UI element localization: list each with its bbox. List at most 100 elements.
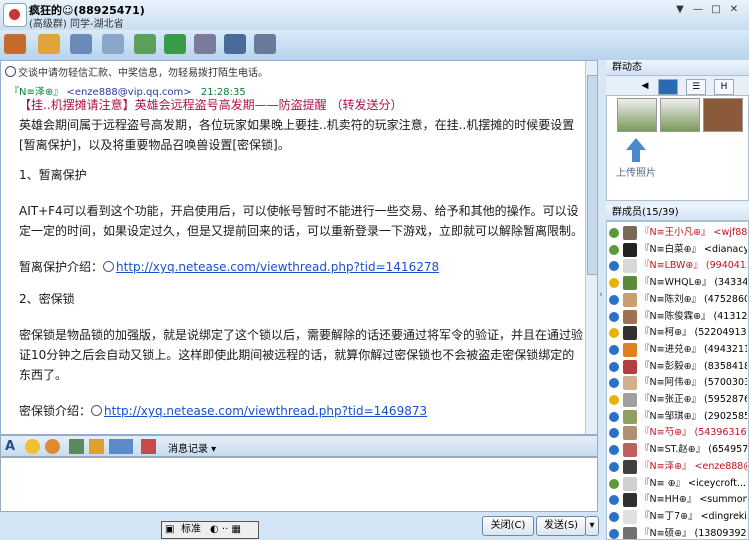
screenshot-icon[interactable] bbox=[109, 439, 133, 454]
menu-button[interactable]: ▼ bbox=[672, 3, 688, 16]
photo-thumb[interactable] bbox=[703, 98, 743, 132]
member-row[interactable]: 『N≡HH⊕』<summoner-... bbox=[609, 492, 747, 508]
member-row[interactable]: 『N≡陈俊霖⊕』(413120... bbox=[609, 309, 747, 325]
upload-photo-button[interactable]: 上传照片 bbox=[616, 134, 656, 192]
section1-title: 1、暂离保护 bbox=[19, 168, 87, 182]
member-row[interactable]: 『N≡WHQL⊕』(343349675) bbox=[609, 275, 747, 291]
panel-splitter[interactable]: ‹ bbox=[598, 60, 606, 540]
status-icon bbox=[609, 244, 619, 255]
section1-link-label: 暂离保护介绍： bbox=[19, 260, 104, 274]
tab-h[interactable]: H bbox=[714, 79, 734, 95]
member-extra: (475286092) bbox=[704, 293, 747, 305]
upload-label: 上传照片 bbox=[616, 168, 656, 179]
photo-thumb[interactable] bbox=[660, 98, 700, 132]
input-toolbar: A 消息记录 ▾ bbox=[0, 435, 598, 457]
tab-photos[interactable] bbox=[658, 79, 678, 95]
member-extra: (994041232) bbox=[705, 260, 747, 272]
member-label: 『N≡丁7⊕』<dingrekiss7... bbox=[640, 509, 747, 525]
member-row[interactable]: 『N≡陈刘⊕』(475286092) bbox=[609, 292, 747, 308]
add-member-icon[interactable] bbox=[164, 34, 186, 54]
member-row[interactable]: 『N≡邹琪⊕』(290258536) bbox=[609, 409, 747, 425]
avatar bbox=[623, 259, 637, 274]
document-icon[interactable] bbox=[70, 34, 92, 54]
font-icon[interactable]: A bbox=[5, 439, 20, 454]
minimize-button[interactable]: — bbox=[690, 3, 706, 16]
magic-face-icon[interactable] bbox=[45, 439, 60, 454]
message-input[interactable] bbox=[0, 457, 598, 512]
member-row[interactable]: 『N≡阿伟⊕』(570030332) bbox=[609, 375, 747, 391]
card-icon[interactable] bbox=[102, 34, 124, 54]
send-button[interactable]: 发送(S) bbox=[536, 516, 586, 536]
member-row[interactable]: 『N≡柯⊕』(522049138) bbox=[609, 325, 747, 341]
scrollbar-thumb[interactable] bbox=[587, 75, 597, 275]
group-avatar[interactable] bbox=[3, 3, 27, 27]
avatar bbox=[623, 359, 637, 374]
ime-toolbar[interactable]: ▣ 标准 ◐ ·· ▦ bbox=[161, 521, 259, 539]
member-row[interactable]: 『N≡张正⊕』(595287603) bbox=[609, 392, 747, 408]
close-button[interactable]: 关闭(C) bbox=[482, 516, 534, 536]
member-name: 『N≡彭毅⊕』 bbox=[640, 360, 702, 372]
photo-thumb[interactable] bbox=[617, 98, 657, 132]
member-row[interactable]: 『N≡LBW⊕』(994041232) bbox=[609, 258, 747, 274]
member-label: 『N≡柯⊕』(522049138) bbox=[640, 325, 747, 341]
member-label: 『N≡ST.赵⊕』(654957175) bbox=[640, 442, 747, 458]
members-header: 群成员(15/39) bbox=[606, 205, 749, 221]
close-icon[interactable]: ✕ bbox=[726, 3, 742, 16]
member-row[interactable]: 『N≡泽⊕』<enze888@vi... bbox=[609, 459, 747, 475]
section2-link[interactable]: http://xyq.netease.com/viewthread.php?ti… bbox=[104, 404, 427, 418]
image-icon[interactable] bbox=[69, 439, 84, 454]
status-icon bbox=[609, 328, 619, 339]
member-extra: <iceycroft... bbox=[688, 477, 747, 489]
status-icon bbox=[609, 228, 619, 238]
home-icon[interactable] bbox=[4, 34, 26, 54]
group-manage-icon[interactable] bbox=[224, 34, 246, 54]
member-row[interactable]: 『N≡硕⊕』(138093929) bbox=[609, 526, 747, 539]
maximize-button[interactable]: □ bbox=[708, 3, 724, 16]
member-name: 『N≡芍⊕』 bbox=[640, 427, 692, 439]
section2-link-label: 密保锁介绍： bbox=[19, 404, 92, 418]
member-extra: (494321130) bbox=[704, 343, 747, 355]
tools-icon[interactable] bbox=[194, 34, 216, 54]
settings-icon[interactable] bbox=[254, 34, 276, 54]
status-icon bbox=[609, 344, 619, 355]
shake-icon[interactable] bbox=[141, 439, 156, 454]
member-row[interactable]: 『N≡彭毅⊕』(835841818) bbox=[609, 359, 747, 375]
collapse-arrow-icon[interactable]: ‹ bbox=[599, 290, 603, 300]
member-row[interactable]: 『N≡ST.赵⊕』(654957175) bbox=[609, 442, 747, 458]
status-icon bbox=[609, 278, 619, 289]
tab-list[interactable]: ☰ bbox=[686, 79, 706, 95]
message-history-button[interactable]: 消息记录 ▾ bbox=[168, 440, 216, 455]
member-name: 『N≡阿伟⊕』 bbox=[640, 377, 702, 389]
folder-icon[interactable] bbox=[38, 34, 60, 54]
member-label: 『N≡白菜⊕』<dianacym... bbox=[640, 242, 747, 258]
mail-icon[interactable] bbox=[134, 34, 156, 54]
send-options-button[interactable]: ▾ bbox=[585, 516, 599, 536]
photo-area: 上传照片 bbox=[606, 95, 749, 201]
section2-title: 2、密保锁 bbox=[19, 292, 75, 306]
member-extra: <summoner-... bbox=[699, 494, 747, 506]
intro-text: 英雄会期间属于远程盗号高发期，各位玩家如果晚上要挂..机卖符的玩家注意，在挂..… bbox=[19, 118, 575, 152]
music-icon[interactable] bbox=[89, 439, 104, 454]
emoji-icon[interactable] bbox=[25, 439, 40, 454]
member-extra: (413120... bbox=[713, 310, 747, 322]
bottom-bar: 关闭(C) 发送(S) ▾ bbox=[0, 512, 599, 540]
window-subtitle: (高级群) 同学-湖北省 bbox=[29, 19, 124, 30]
member-row[interactable]: 『N≡进兑⊕』(494321130) bbox=[609, 342, 747, 358]
member-list[interactable]: 『N≡王小凡⊕』<wjf888...『N≡白菜⊕』<dianacym...『N≡… bbox=[606, 221, 749, 540]
section1-link[interactable]: http://xyq.netease.com/viewthread.php?ti… bbox=[116, 260, 439, 274]
member-row[interactable]: 『N≡芍⊕』(543963167) bbox=[609, 425, 747, 441]
chat-history[interactable]: 交谈中请勿轻信汇款、中奖信息，勿轻易拨打陌生电话。 『N≡泽⊕』 <enze88… bbox=[0, 60, 598, 435]
status-icon bbox=[609, 511, 619, 522]
member-name: 『N≡HH⊕』 bbox=[640, 494, 697, 506]
member-row[interactable]: 『N≡ ⊕』 <iceycroft... bbox=[609, 476, 747, 492]
main-toolbar bbox=[0, 30, 749, 61]
security-notice: 交谈中请勿轻信汇款、中奖信息，勿轻易拨打陌生电话。 bbox=[5, 64, 268, 79]
member-row[interactable]: 『N≡白菜⊕』<dianacym... bbox=[609, 242, 747, 258]
member-extra: (654957175) bbox=[708, 444, 747, 456]
ime-moon-icon[interactable]: ◐ ·· ▦ bbox=[210, 522, 241, 538]
dynamics-header: 群动态 bbox=[606, 60, 749, 76]
prev-arrow-icon[interactable]: ◀ bbox=[636, 79, 654, 93]
member-row[interactable]: 『N≡丁7⊕』<dingrekiss7... bbox=[609, 509, 747, 525]
chat-scrollbar[interactable] bbox=[585, 61, 597, 434]
member-row[interactable]: 『N≡王小凡⊕』<wjf888... bbox=[609, 225, 747, 241]
